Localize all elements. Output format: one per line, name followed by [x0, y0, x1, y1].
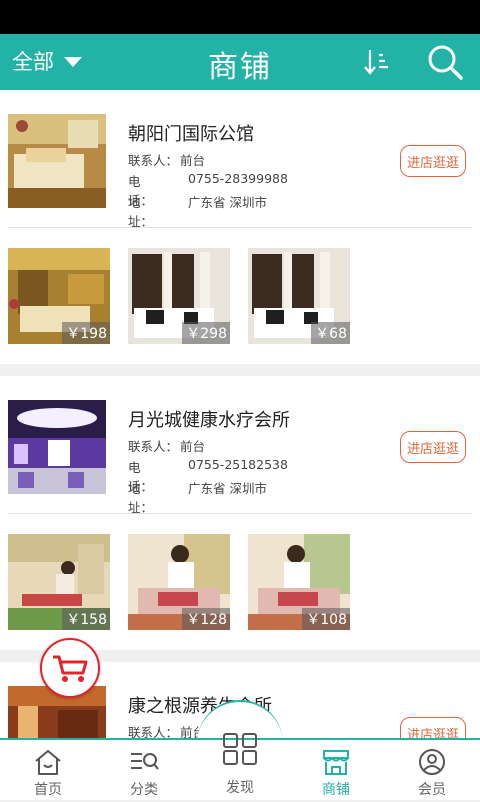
- home-icon: [35, 750, 61, 775]
- address-key: 地 址：: [128, 195, 166, 229]
- address-key: 地 址：: [128, 481, 166, 515]
- sort-icon[interactable]: [364, 46, 390, 78]
- shop-name: 朝阳门国际公馆: [128, 124, 254, 145]
- address-value: 广东省 深圳市: [188, 195, 267, 210]
- cart-icon: [53, 655, 88, 682]
- shop-card: 月光城健康水疗会所 联系人： 前台 电 话： 0755-25182538 地 址…: [0, 376, 480, 650]
- product-row: ￥198 ￥298 ￥68: [8, 228, 472, 364]
- product-row: ￥158 ￥128 ￥108: [8, 514, 472, 650]
- filter-label: 全部: [12, 50, 54, 74]
- visit-shop-button[interactable]: 进店逛逛: [400, 431, 466, 463]
- product-item[interactable]: ￥128: [128, 534, 230, 630]
- shop-contact: 联系人： 前台: [128, 436, 205, 455]
- shop-thumbnail: [8, 400, 106, 494]
- shop-address: 地 址： 广东省 深圳市: [128, 192, 267, 230]
- contact-key: 联系人：: [128, 725, 179, 738]
- tab-label: 首页: [34, 782, 62, 798]
- tab-label: 商铺: [322, 782, 350, 798]
- tab-shops[interactable]: 商铺: [288, 740, 384, 802]
- shop-info[interactable]: 月光城健康水疗会所 联系人： 前台 电 话： 0755-25182538 地 址…: [8, 376, 472, 516]
- visit-shop-button[interactable]: 进店逛逛: [400, 145, 466, 177]
- search-icon[interactable]: [426, 42, 464, 82]
- contact-key: 联系人：: [128, 153, 179, 168]
- product-item[interactable]: ￥298: [128, 248, 230, 344]
- tab-label: 分类: [130, 782, 158, 798]
- status-bar: [0, 0, 480, 34]
- product-price: ￥108: [302, 608, 350, 630]
- product-price: ￥128: [182, 608, 230, 630]
- contact-key: 联系人：: [128, 439, 179, 454]
- filter-dropdown[interactable]: 全部: [12, 46, 82, 76]
- product-item[interactable]: ￥198: [8, 248, 110, 344]
- cart-button[interactable]: [40, 638, 100, 698]
- member-icon: [419, 749, 445, 775]
- product-item[interactable]: ￥108: [248, 534, 350, 630]
- product-item[interactable]: ￥68: [248, 248, 350, 344]
- product-item[interactable]: ￥158: [8, 534, 110, 630]
- tab-discover[interactable]: 发现: [196, 730, 284, 800]
- product-price: ￥298: [182, 322, 230, 344]
- shop-thumbnail: [8, 114, 106, 208]
- tab-home[interactable]: 首页: [0, 740, 96, 802]
- address-value: 广东省 深圳市: [188, 481, 267, 496]
- shop-card: 朝阳门国际公馆 联系人： 前台 电 话： 0755-28399988 地 址： …: [0, 90, 480, 364]
- contact-value: 前台: [180, 153, 206, 168]
- app-header: 全部 商铺: [0, 34, 480, 90]
- shop-contact: 联系人： 前台: [128, 722, 205, 738]
- shop-icon: [323, 750, 349, 775]
- tab-category[interactable]: 分类: [96, 740, 192, 802]
- grid-icon: [223, 733, 257, 765]
- shop-info[interactable]: 朝阳门国际公馆 联系人： 前台 电 话： 0755-28399988 地 址： …: [8, 90, 472, 230]
- tab-member[interactable]: 会员: [384, 740, 480, 802]
- shop-address: 地 址： 广东省 深圳市: [128, 478, 267, 516]
- shop-name: 月光城健康水疗会所: [128, 410, 290, 431]
- category-icon: [131, 753, 159, 770]
- contact-value: 前台: [180, 439, 206, 454]
- product-price: ￥68: [311, 322, 350, 344]
- tab-label: 发现: [226, 780, 254, 796]
- product-price: ￥158: [62, 608, 110, 630]
- chevron-down-icon: [64, 57, 82, 67]
- visit-shop-button[interactable]: 进店逛逛: [400, 717, 466, 738]
- product-price: ￥198: [62, 322, 110, 344]
- shop-contact: 联系人： 前台: [128, 150, 205, 169]
- tab-label: 会员: [418, 782, 446, 798]
